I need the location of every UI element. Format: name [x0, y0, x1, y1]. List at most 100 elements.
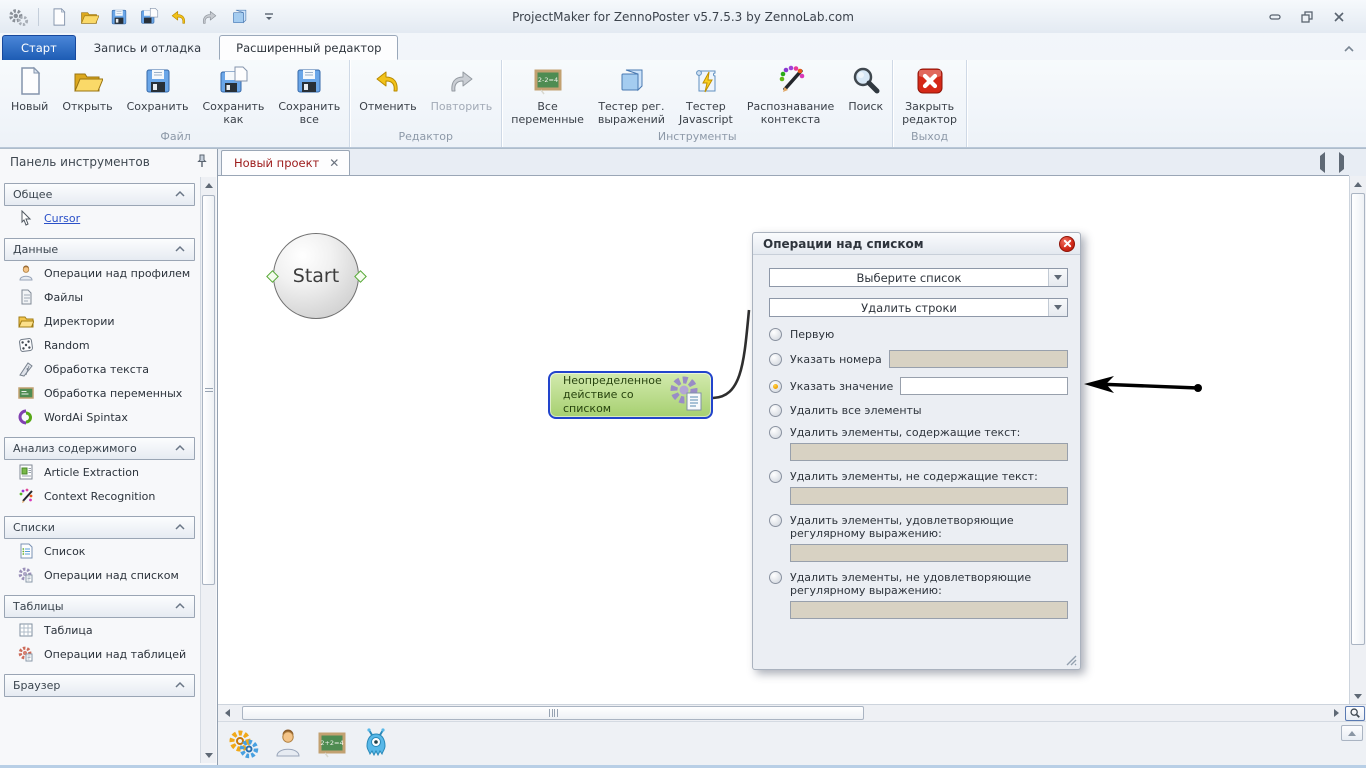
scroll-up-icon[interactable] — [202, 178, 215, 192]
dialog-title: Операции над списком — [763, 237, 924, 251]
radio-button[interactable] — [769, 328, 782, 341]
pin-icon[interactable] — [195, 154, 209, 171]
toolbox-section-общее: ОбщееCursor — [4, 183, 195, 230]
option-text-field[interactable] — [900, 377, 1068, 395]
открыть-button[interactable]: Открыть — [55, 62, 119, 113]
alien-mascot-icon[interactable] — [360, 728, 392, 760]
undo-button[interactable] — [167, 5, 191, 29]
тестер-рег-выражений-button[interactable]: Тестер рег. выражений — [591, 62, 672, 126]
new-document-button[interactable] — [47, 5, 71, 29]
minimize-button[interactable] — [1266, 10, 1284, 24]
scroll-down-icon[interactable] — [1351, 689, 1365, 703]
toolbox-item-random[interactable]: Random — [4, 333, 195, 357]
option-label: Удалить все элементы — [790, 404, 922, 417]
list-operations-icon — [18, 567, 34, 583]
toolbox-item-context-recognition[interactable]: Context Recognition — [4, 484, 195, 508]
tab-scroll-left-icon[interactable] — [1320, 156, 1325, 169]
toolbox-item-операции-над-таблицей[interactable]: Операции над таблицей — [4, 642, 195, 666]
ribbon-tab-расширенный-редактор[interactable]: Расширенный редактор — [219, 35, 398, 60]
open-button[interactable] — [77, 5, 101, 29]
section-header-анализ-содержимого[interactable]: Анализ содержимого — [4, 437, 195, 460]
toolbox-item-файлы[interactable]: Файлы — [4, 285, 195, 309]
collapse-panel-button[interactable] — [1341, 725, 1363, 741]
notebook-icon[interactable] — [227, 5, 251, 29]
scroll-down-icon[interactable] — [202, 748, 215, 762]
save-icon — [142, 65, 174, 97]
start-node[interactable]: Start — [273, 233, 361, 321]
сохранить-все-button[interactable]: Сохранить все — [271, 62, 347, 126]
scrollbar-thumb[interactable] — [242, 706, 864, 720]
canvas-horizontal-scrollbar[interactable] — [218, 704, 1366, 721]
profile-person-icon[interactable] — [272, 728, 304, 760]
section-header-общее[interactable]: Общее — [4, 183, 195, 206]
list-action-block[interactable]: Неопределенное действие со списком — [548, 371, 713, 419]
restore-button[interactable] — [1298, 10, 1316, 24]
toolbox-item-обработка-переменных[interactable]: Обработка переменных — [4, 381, 195, 405]
canvas-vertical-scrollbar[interactable] — [1349, 176, 1366, 704]
повторить-button: Повторить — [424, 62, 500, 113]
list-select-dropdown[interactable]: Выберите список — [769, 268, 1068, 287]
flow-canvas[interactable]: Start Неопределенное действие со списком — [218, 175, 1349, 704]
toolbox-item-обработка-текста[interactable]: Обработка текста — [4, 357, 195, 381]
app-logo-icon — [6, 5, 30, 29]
radio-button[interactable] — [769, 514, 782, 527]
scroll-left-icon[interactable] — [218, 709, 236, 717]
annotation-arrow — [1080, 374, 1212, 400]
dropdown-arrow-icon[interactable] — [1048, 299, 1067, 316]
chevron-up-icon — [174, 442, 186, 455]
scroll-up-icon[interactable] — [1351, 177, 1365, 191]
toolbox-item-cursor[interactable]: Cursor — [4, 206, 195, 230]
новый-button[interactable]: Новый — [4, 62, 55, 113]
redo-button[interactable] — [197, 5, 221, 29]
dialog-close-button[interactable] — [1059, 236, 1075, 252]
сохранить-button[interactable]: Сохранить — [120, 62, 196, 113]
ribbon-tab-запись-и-отладка[interactable]: Запись и отладка — [78, 35, 217, 60]
dialog-titlebar[interactable]: Операции над списком — [753, 233, 1080, 255]
radio-button[interactable] — [769, 380, 782, 393]
распознавание-контекста-button[interactable]: Распознавание контекста — [740, 62, 841, 126]
toolbox-scrollbar[interactable] — [200, 177, 216, 763]
action-select-dropdown[interactable]: Удалить строки — [769, 298, 1068, 317]
scroll-right-icon[interactable] — [1327, 709, 1345, 717]
toolbox-item-директории[interactable]: Директории — [4, 309, 195, 333]
dropdown-arrow-icon[interactable] — [1048, 269, 1067, 286]
collapse-ribbon-button[interactable] — [1342, 43, 1356, 56]
toolbox-item-список[interactable]: Список — [4, 539, 195, 563]
section-header-таблицы[interactable]: Таблицы — [4, 595, 195, 618]
tab-scroll-right-icon[interactable] — [1339, 156, 1344, 169]
тестер-javascript-button[interactable]: Тестер Javascript — [672, 62, 740, 126]
list-operations-dialog[interactable]: Операции над списком Выберите список Уда… — [752, 232, 1081, 670]
закрыть-редактор-button[interactable]: Закрыть редактор — [895, 62, 964, 126]
section-header-данные[interactable]: Данные — [4, 238, 195, 261]
radio-button[interactable] — [769, 426, 782, 439]
save-button[interactable] — [107, 5, 131, 29]
поиск-button[interactable]: Поиск — [841, 62, 890, 113]
toolbox-item-операции-над-профилем[interactable]: Операции над профилем — [4, 261, 195, 285]
radio-button[interactable] — [769, 353, 782, 366]
action-block-label: Неопределенное действие со списком — [550, 374, 667, 416]
toolbox-item-операции-над-списком[interactable]: Операции над списком — [4, 563, 195, 587]
resize-grip[interactable] — [1064, 653, 1077, 666]
все-переменные-button[interactable]: 2-2=4Все переменные — [504, 62, 591, 126]
toolbox-item-таблица[interactable]: Таблица — [4, 618, 195, 642]
radio-button[interactable] — [769, 571, 782, 584]
tab-close-icon[interactable]: ✕ — [329, 156, 339, 170]
section-label: Браузер — [13, 679, 60, 692]
scrollbar-thumb[interactable] — [202, 195, 215, 585]
customize-toolbar-button[interactable] — [257, 5, 281, 29]
variables-board-icon[interactable]: 2+2=4 — [316, 728, 348, 760]
toolbox-item-wordai-spintax[interactable]: WordAi Spintax — [4, 405, 195, 429]
toolbox-item-article-extraction[interactable]: Article Extraction — [4, 460, 195, 484]
document-tab[interactable]: Новый проект ✕ — [221, 150, 350, 175]
save-as-button[interactable] — [137, 5, 161, 29]
section-header-браузер[interactable]: Браузер — [4, 674, 195, 697]
section-header-списки[interactable]: Списки — [4, 516, 195, 539]
settings-gears-icon[interactable] — [228, 728, 260, 760]
сохранить-как-button[interactable]: Сохранить как — [195, 62, 271, 126]
radio-button[interactable] — [769, 470, 782, 483]
отменить-button[interactable]: Отменить — [352, 62, 423, 113]
close-button[interactable] — [1330, 10, 1348, 24]
zoom-tool-button[interactable] — [1345, 706, 1365, 721]
ribbon-tab-старт[interactable]: Старт — [2, 35, 76, 60]
radio-button[interactable] — [769, 404, 782, 417]
